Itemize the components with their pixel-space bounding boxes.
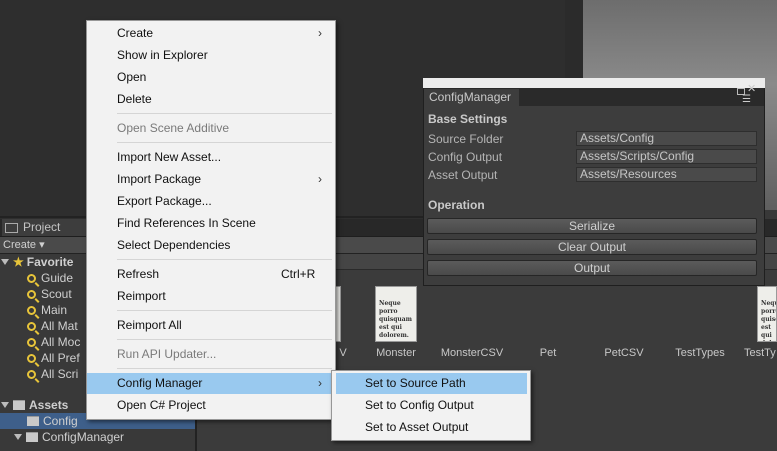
asset-label[interactable]: V bbox=[336, 347, 350, 359]
refresh-shortcut: Ctrl+R bbox=[281, 267, 316, 281]
menu-item-show-in-explorer[interactable]: Show in Explorer bbox=[117, 45, 208, 65]
favorites-header[interactable]: ★ Favorite bbox=[1, 254, 73, 270]
menu-item-export-package[interactable]: Export Package... bbox=[117, 191, 212, 211]
menu-separator bbox=[117, 113, 332, 114]
tree-item-label: Config bbox=[43, 414, 78, 428]
menu-item-set-config-output[interactable]: Set to Config Output bbox=[365, 395, 474, 415]
menu-separator bbox=[117, 368, 332, 369]
favorite-label: All Moc bbox=[41, 335, 81, 349]
folder-icon bbox=[13, 400, 25, 410]
asset-output-label: Asset Output bbox=[428, 168, 498, 182]
search-icon bbox=[27, 370, 36, 379]
favorite-label: All Mat bbox=[41, 319, 78, 333]
tree-item-label: ConfigManager bbox=[42, 430, 125, 444]
chevron-right-icon: › bbox=[318, 172, 322, 186]
asset-label[interactable]: PetCSV bbox=[596, 347, 652, 359]
clear-output-button[interactable]: Clear Output bbox=[427, 239, 757, 255]
search-icon bbox=[27, 306, 36, 315]
favorite-label: Guide bbox=[41, 271, 74, 285]
expand-icon bbox=[1, 259, 9, 265]
asset-label[interactable]: TestTy bbox=[744, 347, 777, 359]
expand-icon bbox=[14, 434, 22, 440]
asset-label[interactable]: TestTypes bbox=[668, 347, 732, 359]
asset-label[interactable]: Monster bbox=[368, 347, 424, 359]
project-tab-label: Project bbox=[23, 220, 61, 234]
thumb-text: Neque porro quisquam est qui dolorem. bbox=[761, 300, 776, 341]
favorite-label: All Pref bbox=[41, 351, 80, 365]
menu-separator bbox=[117, 142, 332, 143]
menu-separator bbox=[117, 259, 332, 260]
asset-label[interactable]: MonsterCSV bbox=[432, 347, 512, 359]
tree-item-config[interactable]: Config bbox=[27, 413, 78, 429]
menu-item-refresh[interactable]: Refresh bbox=[117, 264, 159, 284]
thumb-text: Neque porro quisquam est qui dolorem. bbox=[379, 300, 413, 339]
favorite-item[interactable]: Main bbox=[27, 302, 67, 318]
asset-thumbnail[interactable]: Neque porro quisquam est qui dolorem. bbox=[757, 286, 777, 342]
favorite-item[interactable]: All Pref bbox=[27, 350, 80, 366]
menu-item-reimport[interactable]: Reimport bbox=[117, 286, 166, 306]
menu-item-set-source-path[interactable]: Set to Source Path bbox=[365, 373, 466, 393]
favorite-item[interactable]: All Mat bbox=[27, 318, 78, 334]
base-settings-heading: Base Settings bbox=[428, 112, 508, 126]
search-icon bbox=[27, 338, 36, 347]
folder-icon bbox=[27, 416, 39, 426]
tree-item-configmanager[interactable]: ConfigManager bbox=[14, 429, 124, 445]
menu-item-create[interactable]: Create bbox=[117, 23, 153, 43]
menu-item-open[interactable]: Open bbox=[117, 67, 146, 87]
asset-label[interactable]: Pet bbox=[530, 347, 566, 359]
favorite-label: Scout bbox=[41, 287, 72, 301]
search-icon bbox=[27, 274, 36, 283]
asset-thumbnail-monster[interactable]: Neque porro quisquam est qui dolorem. bbox=[375, 286, 417, 342]
favorite-label: All Scri bbox=[41, 367, 79, 381]
menu-item-open-csharp-project[interactable]: Open C# Project bbox=[117, 395, 206, 415]
config-output-field[interactable]: Assets/Scripts/Config bbox=[576, 149, 757, 164]
assets-label: Assets bbox=[29, 398, 69, 412]
operation-heading: Operation bbox=[428, 198, 485, 212]
assets-header[interactable]: Assets bbox=[1, 397, 68, 413]
menu-separator bbox=[117, 310, 332, 311]
menu-item-delete[interactable]: Delete bbox=[117, 89, 152, 109]
chevron-right-icon: › bbox=[318, 26, 322, 40]
chevron-right-icon: › bbox=[318, 376, 322, 390]
menu-separator bbox=[117, 339, 332, 340]
source-folder-field[interactable]: Assets/Config bbox=[576, 131, 757, 146]
menu-item-import-new-asset[interactable]: Import New Asset... bbox=[117, 147, 221, 167]
menu-item-find-references[interactable]: Find References In Scene bbox=[117, 213, 256, 233]
search-icon bbox=[27, 354, 36, 363]
favorite-item[interactable]: All Moc bbox=[27, 334, 80, 350]
source-folder-label: Source Folder bbox=[428, 132, 504, 146]
serialize-button[interactable]: Serialize bbox=[427, 218, 757, 234]
tab-configmanager[interactable]: ConfigManager bbox=[424, 89, 519, 106]
menu-item-reimport-all[interactable]: Reimport All bbox=[117, 315, 182, 335]
menu-item-config-manager[interactable]: Config Manager bbox=[117, 373, 202, 393]
create-dropdown[interactable]: Create ▾ bbox=[3, 237, 45, 253]
output-button[interactable]: Output bbox=[427, 260, 757, 276]
menu-item-import-package[interactable]: Import Package bbox=[117, 169, 201, 189]
favorite-item[interactable]: Guide bbox=[27, 270, 73, 286]
favorite-label: Main bbox=[41, 303, 68, 317]
window-titlebar[interactable] bbox=[423, 78, 765, 88]
search-icon bbox=[27, 322, 36, 331]
folder-icon bbox=[26, 432, 38, 442]
tab-project[interactable]: Project bbox=[2, 219, 86, 236]
menu-item-select-dependencies[interactable]: Select Dependencies bbox=[117, 235, 230, 255]
menu-item-open-scene-additive: Open Scene Additive bbox=[117, 121, 230, 135]
menu-item-set-asset-output[interactable]: Set to Asset Output bbox=[365, 417, 468, 437]
asset-output-field[interactable]: Assets/Resources bbox=[576, 167, 757, 182]
menu-item-run-api-updater: Run API Updater... bbox=[117, 347, 217, 361]
favorite-item[interactable]: Scout bbox=[27, 286, 72, 302]
star-icon: ★ bbox=[13, 255, 24, 269]
favorites-label: Favorite bbox=[26, 255, 74, 269]
search-icon bbox=[27, 290, 36, 299]
expand-icon bbox=[1, 402, 9, 408]
config-output-label: Config Output bbox=[428, 150, 503, 164]
window-menu-icon[interactable]: ☰ bbox=[742, 95, 751, 105]
favorite-item[interactable]: All Scri bbox=[27, 366, 78, 382]
project-tab-icon bbox=[5, 222, 18, 233]
